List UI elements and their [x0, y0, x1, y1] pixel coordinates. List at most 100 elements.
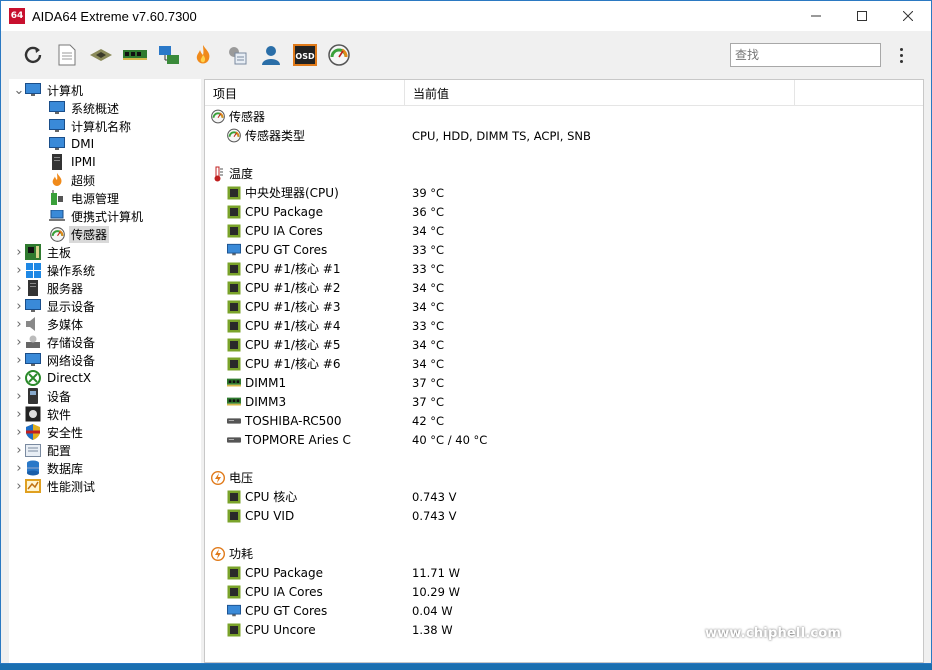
tree-item[interactable]: › 数据库: [9, 459, 201, 477]
tree-item[interactable]: › 主板: [9, 243, 201, 261]
sensor-row[interactable]: CPU GT Cores 0.04 W: [205, 601, 923, 620]
network-icon[interactable]: [157, 43, 181, 67]
sensor-row[interactable]: CPU #1/核心 #5 34 °C: [205, 335, 923, 354]
windows-icon: [25, 262, 41, 278]
tools-icon[interactable]: [225, 43, 249, 67]
chevron-right-icon[interactable]: ›: [13, 371, 25, 386]
chevron-down-icon[interactable]: ⌄: [13, 83, 25, 98]
chevron-right-icon[interactable]: ›: [13, 299, 25, 314]
more-menu-button[interactable]: [893, 43, 909, 67]
chevron-right-icon[interactable]: ›: [13, 281, 25, 296]
column-header-item[interactable]: 项目: [205, 80, 405, 106]
tree-item-label: 存储设备: [47, 335, 96, 350]
minimize-button[interactable]: [793, 1, 839, 31]
tree-item[interactable]: 电源管理: [9, 189, 201, 207]
tree-item[interactable]: › 配置: [9, 441, 201, 459]
tree-item[interactable]: › 设备: [9, 387, 201, 405]
chevron-right-icon[interactable]: ›: [13, 353, 25, 368]
sensor-row[interactable]: DIMM1 37 °C: [205, 373, 923, 392]
tree-item[interactable]: › 软件: [9, 405, 201, 423]
cpu-chip-icon: [227, 357, 241, 371]
tree-item[interactable]: › 存储设备: [9, 333, 201, 351]
tree-item[interactable]: › 操作系统: [9, 261, 201, 279]
sensor-row[interactable]: CPU Package 11.71 W: [205, 563, 923, 582]
sensor-row[interactable]: CPU IA Cores 10.29 W: [205, 582, 923, 601]
sensor-row[interactable]: CPU #1/核心 #1 33 °C: [205, 259, 923, 278]
sensor-row[interactable]: DIMM3 37 °C: [205, 392, 923, 411]
category-row[interactable]: 温度: [205, 164, 923, 183]
report-icon[interactable]: [55, 43, 79, 67]
sensor-name: CPU VID: [245, 508, 295, 523]
category-row[interactable]: 功耗: [205, 544, 923, 563]
refresh-icon[interactable]: [21, 43, 45, 67]
category-row[interactable]: 传感器: [205, 107, 923, 126]
sensor-row[interactable]: 中央处理器(CPU) 39 °C: [205, 183, 923, 202]
osd-icon[interactable]: OSD: [293, 43, 317, 67]
flame-icon[interactable]: [191, 43, 215, 67]
tree-item[interactable]: › 多媒体: [9, 315, 201, 333]
chevron-right-icon[interactable]: ›: [13, 317, 25, 332]
tree-item[interactable]: IPMI: [9, 153, 201, 171]
chevron-right-icon[interactable]: ›: [13, 389, 25, 404]
search-input[interactable]: [730, 43, 881, 67]
sensor-value: 1.38 W: [412, 622, 453, 637]
database-icon: [25, 460, 41, 476]
tree-item[interactable]: 系统概述: [9, 99, 201, 117]
tree-item[interactable]: 传感器: [9, 225, 201, 243]
sensor-row[interactable]: CPU 核心 0.743 V: [205, 487, 923, 506]
chevron-right-icon[interactable]: ›: [13, 263, 25, 278]
tree-item[interactable]: › 服务器: [9, 279, 201, 297]
category-title: 传感器: [229, 110, 266, 124]
memory-icon[interactable]: [123, 43, 147, 67]
tree-item-label: 系统概述: [71, 101, 120, 116]
sensor-row[interactable]: CPU #1/核心 #6 34 °C: [205, 354, 923, 373]
tree-item[interactable]: › 安全性: [9, 423, 201, 441]
tree-item[interactable]: 便携式计算机: [9, 207, 201, 225]
maximize-button[interactable]: [839, 1, 885, 31]
chevron-right-icon[interactable]: ›: [13, 245, 25, 260]
sensor-row[interactable]: TOSHIBA-RC500 42 °C: [205, 411, 923, 430]
sensor-row[interactable]: TOPMORE Aries C 40 °C / 40 °C: [205, 430, 923, 449]
category-row[interactable]: 电压: [205, 468, 923, 487]
tree-item[interactable]: 计算机名称: [9, 117, 201, 135]
cpu-chip-icon: [227, 490, 241, 504]
column-header-value[interactable]: 当前值: [405, 80, 795, 106]
chevron-right-icon[interactable]: ›: [13, 425, 25, 440]
sensor-row[interactable]: CPU VID 0.743 V: [205, 506, 923, 525]
sensor-name: CPU #1/核心 #3: [245, 300, 341, 314]
motherboard-icon[interactable]: [89, 43, 113, 67]
close-button[interactable]: [885, 1, 931, 31]
tree-item[interactable]: › 网络设备: [9, 351, 201, 369]
cpu-chip-icon: [227, 509, 241, 523]
chevron-right-icon[interactable]: ›: [13, 335, 25, 350]
sensor-row[interactable]: CPU Package 36 °C: [205, 202, 923, 221]
svg-text:OSD: OSD: [295, 52, 315, 61]
sensor-row[interactable]: CPU #1/核心 #4 33 °C: [205, 316, 923, 335]
title-bar[interactable]: 64 AIDA64 Extreme v7.60.7300: [1, 1, 931, 31]
chevron-right-icon[interactable]: ›: [13, 479, 25, 494]
tree-item[interactable]: 超频: [9, 171, 201, 189]
tree-item[interactable]: › 显示设备: [9, 297, 201, 315]
tree-item-label: 显示设备: [47, 299, 96, 314]
sensor-value: 37 °C: [412, 394, 445, 409]
tree-item[interactable]: › DirectX: [9, 369, 201, 387]
sensor-value: 0.743 V: [412, 489, 457, 504]
sensor-row[interactable]: CPU #1/核心 #3 34 °C: [205, 297, 923, 316]
sensor-row[interactable]: 传感器类型 CPU, HDD, DIMM TS, ACPI, SNB: [205, 126, 923, 145]
tree-item[interactable]: DMI: [9, 135, 201, 153]
tree-item[interactable]: ⌄ 计算机: [9, 81, 201, 99]
chevron-right-icon[interactable]: ›: [13, 407, 25, 422]
config-icon: [25, 442, 41, 458]
chevron-right-icon[interactable]: ›: [13, 461, 25, 476]
category-title: 温度: [229, 167, 254, 181]
sensor-gauge-icon[interactable]: [327, 43, 351, 67]
sensor-row[interactable]: CPU GT Cores 33 °C: [205, 240, 923, 259]
sensor-row[interactable]: CPU IA Cores 34 °C: [205, 221, 923, 240]
chevron-right-icon[interactable]: ›: [13, 443, 25, 458]
sensor-value: 33 °C: [412, 318, 445, 333]
user-icon[interactable]: [259, 43, 283, 67]
tree-item-label: 主板: [47, 245, 72, 260]
tree-item[interactable]: › 性能测试: [9, 477, 201, 495]
power-icon: [211, 546, 225, 561]
sensor-row[interactable]: CPU #1/核心 #2 34 °C: [205, 278, 923, 297]
